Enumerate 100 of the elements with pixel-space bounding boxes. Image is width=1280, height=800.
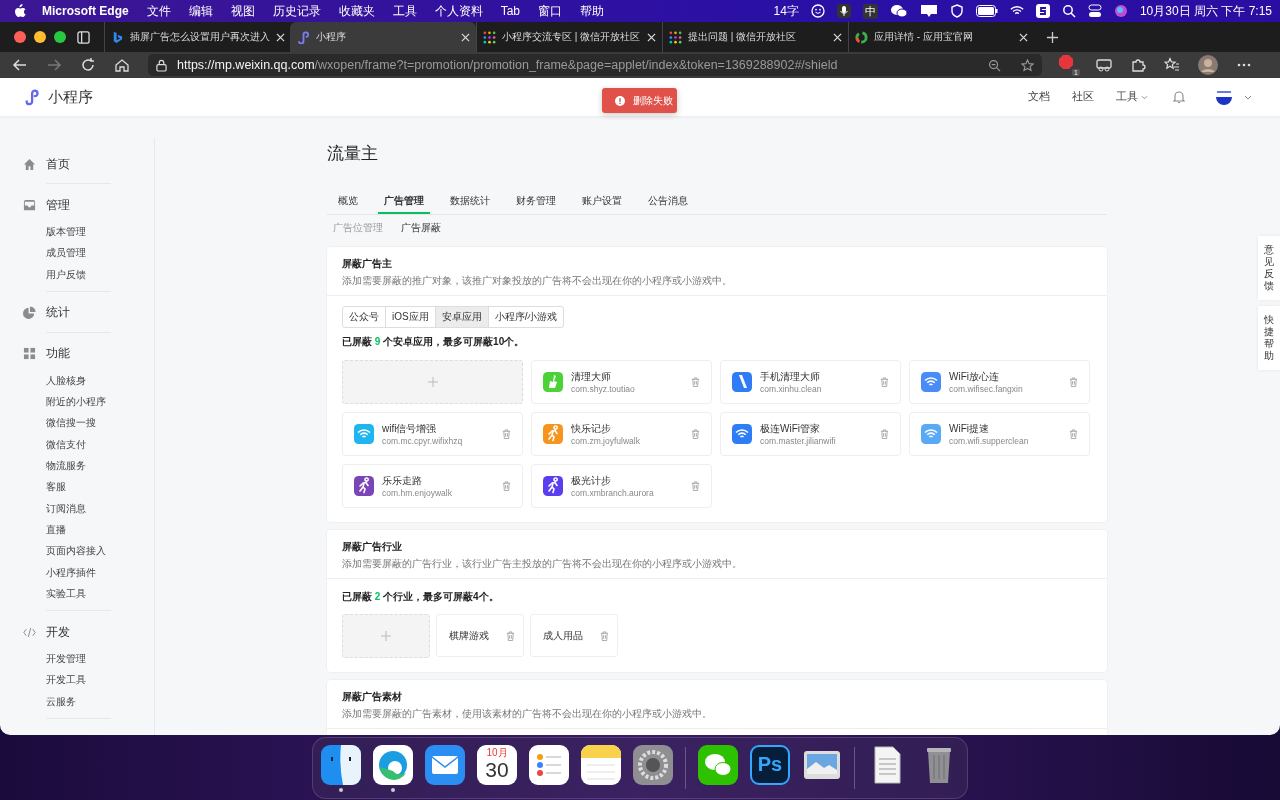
chat-icon[interactable] (889, 4, 908, 18)
gear-icon[interactable] (633, 744, 673, 785)
new-tab-icon[interactable] (1046, 30, 1059, 44)
maximize-button[interactable] (54, 31, 66, 43)
glasses-icon[interactable] (1096, 57, 1112, 73)
shield-icon[interactable] (949, 4, 964, 18)
sidebar-group[interactable]: 首页 (0, 151, 154, 177)
sidebar-item[interactable]: 物流服务 (0, 455, 154, 477)
segment-button[interactable]: iOS应用 (385, 307, 435, 327)
forward-icon[interactable] (46, 57, 62, 73)
microphone-icon[interactable] (836, 4, 851, 18)
segment-button[interactable]: 小程序/小游戏 (487, 307, 564, 327)
side-button[interactable]: 快捷帮助 (1258, 306, 1280, 370)
sidebar-item[interactable]: 开发管理 (0, 648, 154, 670)
refresh-icon[interactable] (80, 57, 96, 73)
sidebar-item[interactable]: 人脸核身 (0, 369, 154, 392)
display-icon[interactable] (919, 4, 938, 18)
browser-icon[interactable] (373, 744, 413, 785)
menu-item[interactable]: 收藏夹 (338, 2, 375, 20)
menu-item[interactable]: 工具 (392, 2, 417, 20)
profile-avatar-icon[interactable] (1198, 55, 1218, 75)
sidebar-item[interactable]: 版本管理 (0, 221, 154, 243)
zoom-out-icon[interactable] (988, 58, 1001, 72)
sidebar-group[interactable]: 功能 (0, 340, 154, 367)
tab[interactable]: 账户设置 (576, 194, 628, 214)
close-icon[interactable] (461, 32, 470, 42)
sidebar-item[interactable]: 实验工具 (0, 582, 154, 605)
puzzle-icon[interactable] (1130, 57, 1146, 73)
nav-label: 工具 (1116, 90, 1138, 104)
star-add-icon[interactable] (1021, 58, 1034, 72)
app-name: 乐乐走路 (382, 474, 423, 488)
search-icon[interactable] (1061, 4, 1076, 18)
menu-item[interactable]: 帮助 (580, 2, 605, 20)
sub-tab[interactable]: 广告屏蔽 (401, 221, 441, 235)
browser-tab[interactable]: 小程序 (290, 22, 476, 52)
nav-dropdown[interactable]: 工具 (1116, 90, 1148, 104)
tab[interactable]: 财务管理 (510, 194, 562, 214)
close-icon[interactable] (276, 32, 285, 42)
menu-item[interactable]: 个人资料 (434, 2, 483, 20)
tab[interactable]: 概览 (332, 194, 364, 214)
segment-button[interactable]: 安卓应用 (434, 307, 488, 327)
back-icon[interactable] (12, 57, 28, 73)
tab[interactable]: 公告消息 (642, 194, 694, 214)
sidebar-item[interactable]: 附近的小程序 (0, 391, 154, 413)
orb-icon[interactable] (1113, 4, 1128, 18)
mail-icon[interactable] (425, 744, 465, 785)
toggle-icon[interactable] (1087, 4, 1102, 18)
sidebar-item[interactable]: 成员管理 (0, 242, 154, 264)
tab[interactable]: 广告管理 (378, 194, 430, 214)
battery-icon[interactable] (975, 5, 998, 17)
close-button[interactable] (14, 31, 26, 43)
logo-text[interactable]: 小程序 (48, 87, 93, 107)
smiley-icon[interactable] (810, 4, 825, 18)
sidebar-item[interactable]: 直播 (0, 518, 154, 541)
sidebar-item[interactable]: 微信搜一搜 (0, 412, 154, 434)
home-icon[interactable] (114, 57, 130, 73)
chat-icon[interactable] (698, 744, 738, 785)
clock[interactable]: 10月30日 周六 下午 7:15 (1139, 2, 1272, 20)
address-field[interactable]: https://mp.weixin.qq.com/wxopen/frame?t=promotion/promotion_frame&page=applet/index&token=1369288902#/shield (148, 54, 1042, 76)
sidebar-item[interactable]: 页面内容接入 (0, 540, 154, 562)
apple-icon[interactable] (14, 4, 26, 18)
nav-link[interactable]: 文档 (1028, 90, 1050, 104)
minimize-button[interactable] (34, 31, 46, 43)
bell-icon[interactable] (1172, 90, 1186, 104)
close-icon[interactable] (647, 32, 656, 42)
sidebar-item[interactable]: 订阅消息 (0, 497, 154, 519)
sidebar-item[interactable]: 微信支付 (0, 433, 154, 456)
favorites-icon[interactable] (1164, 57, 1180, 73)
close-icon[interactable] (1019, 32, 1028, 42)
caret-icon[interactable] (1244, 94, 1252, 100)
sidebar-item[interactable]: 用户反馈 (0, 263, 154, 285)
sidebar-item[interactable]: 客服 (0, 476, 154, 498)
app-menu[interactable]: Microsoft Edge (42, 4, 129, 18)
checklist-icon[interactable] (529, 744, 569, 785)
window-icon[interactable] (321, 744, 361, 785)
sidebar-item[interactable]: 小程序插件 (0, 561, 154, 583)
sidebar-group[interactable]: 开发 (0, 619, 154, 646)
input-method[interactable]: 中 (862, 3, 878, 19)
tab-actions-icon[interactable] (77, 30, 90, 44)
menu-item[interactable]: 窗口 (538, 2, 563, 20)
menu-item[interactable]: Tab (500, 4, 521, 18)
sidebar-group[interactable]: 统计 (0, 299, 154, 326)
menu-item[interactable]: 文件 (146, 2, 171, 20)
sidebar-item[interactable]: 云服务 (0, 690, 154, 713)
side-button[interactable]: 意见反馈 (1258, 236, 1280, 300)
notes-icon[interactable] (581, 744, 621, 785)
ps-icon[interactable]: Ps (750, 744, 790, 785)
menu-item[interactable]: 编辑 (188, 2, 213, 20)
sidebar-group[interactable]: 管理 (0, 192, 154, 218)
nav-link[interactable]: 社区 (1072, 90, 1094, 104)
s-icon[interactable] (1035, 4, 1050, 18)
word-count[interactable]: 14字 (773, 2, 799, 20)
menu-item[interactable]: 视图 (230, 2, 255, 20)
menu-item[interactable]: 历史记录 (272, 2, 321, 20)
calendar-icon[interactable]: 10月 30 (477, 744, 517, 785)
sidebar-item[interactable]: 开发工具 (0, 669, 154, 691)
close-icon[interactable] (833, 32, 842, 42)
logo-icon[interactable] (24, 88, 42, 106)
segment-button[interactable]: 公众号 (343, 307, 385, 327)
tab[interactable]: 数据统计 (444, 194, 496, 214)
